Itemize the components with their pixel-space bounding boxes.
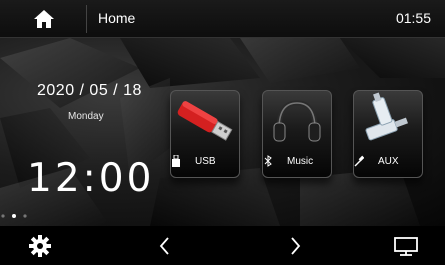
date-display: 2020 / 05 / 18 (37, 82, 142, 99)
next-page-button[interactable] (281, 234, 309, 258)
music-label: Music (287, 156, 314, 167)
aux-plug-icon (365, 92, 408, 141)
display-button[interactable] (392, 234, 420, 258)
home-button[interactable] (20, 6, 68, 32)
page-dot-2-active (12, 214, 16, 218)
settings-button[interactable] (26, 234, 54, 258)
headphones-icon (273, 100, 321, 142)
home-icon (34, 10, 54, 28)
aux-app-tile[interactable]: AUX (353, 90, 423, 178)
usb-app-tile[interactable]: USB (170, 90, 240, 178)
usb-label-row: USB (171, 155, 239, 169)
status-clock: 01:55 (395, 10, 431, 26)
chevron-left-icon (159, 237, 169, 255)
page-dot-1 (1, 214, 5, 218)
page-dot-3 (23, 214, 27, 218)
gear-icon (29, 235, 51, 257)
usb-drive-icon (177, 101, 233, 141)
aux-label: AUX (378, 156, 399, 167)
monitor-icon (394, 237, 418, 256)
chevron-right-icon (291, 237, 301, 255)
bluetooth-icon (264, 155, 272, 167)
bottom-bar (0, 226, 445, 265)
music-label-row: Music (263, 155, 331, 169)
music-app-tile[interactable]: Music (262, 90, 332, 178)
aux-label-row: AUX (354, 155, 422, 169)
usb-icon (172, 155, 180, 167)
usb-label: USB (195, 156, 216, 167)
weekday-label: Monday (68, 111, 104, 122)
previous-page-button[interactable] (151, 234, 179, 258)
background-wallpaper: 2020 / 05 / 18 Monday 12:00 USB Music AU… (0, 38, 445, 226)
aux-cable-icon (354, 155, 364, 167)
top-bar: Home 01:55 (0, 0, 445, 38)
page-indicator (1, 214, 27, 218)
page-title: Home (98, 10, 136, 26)
top-bar-divider (86, 5, 87, 33)
clock-display: 12:00 (27, 156, 155, 201)
home-screen: 2020 / 05 / 18 Monday 12:00 USB Music AU… (0, 0, 445, 265)
